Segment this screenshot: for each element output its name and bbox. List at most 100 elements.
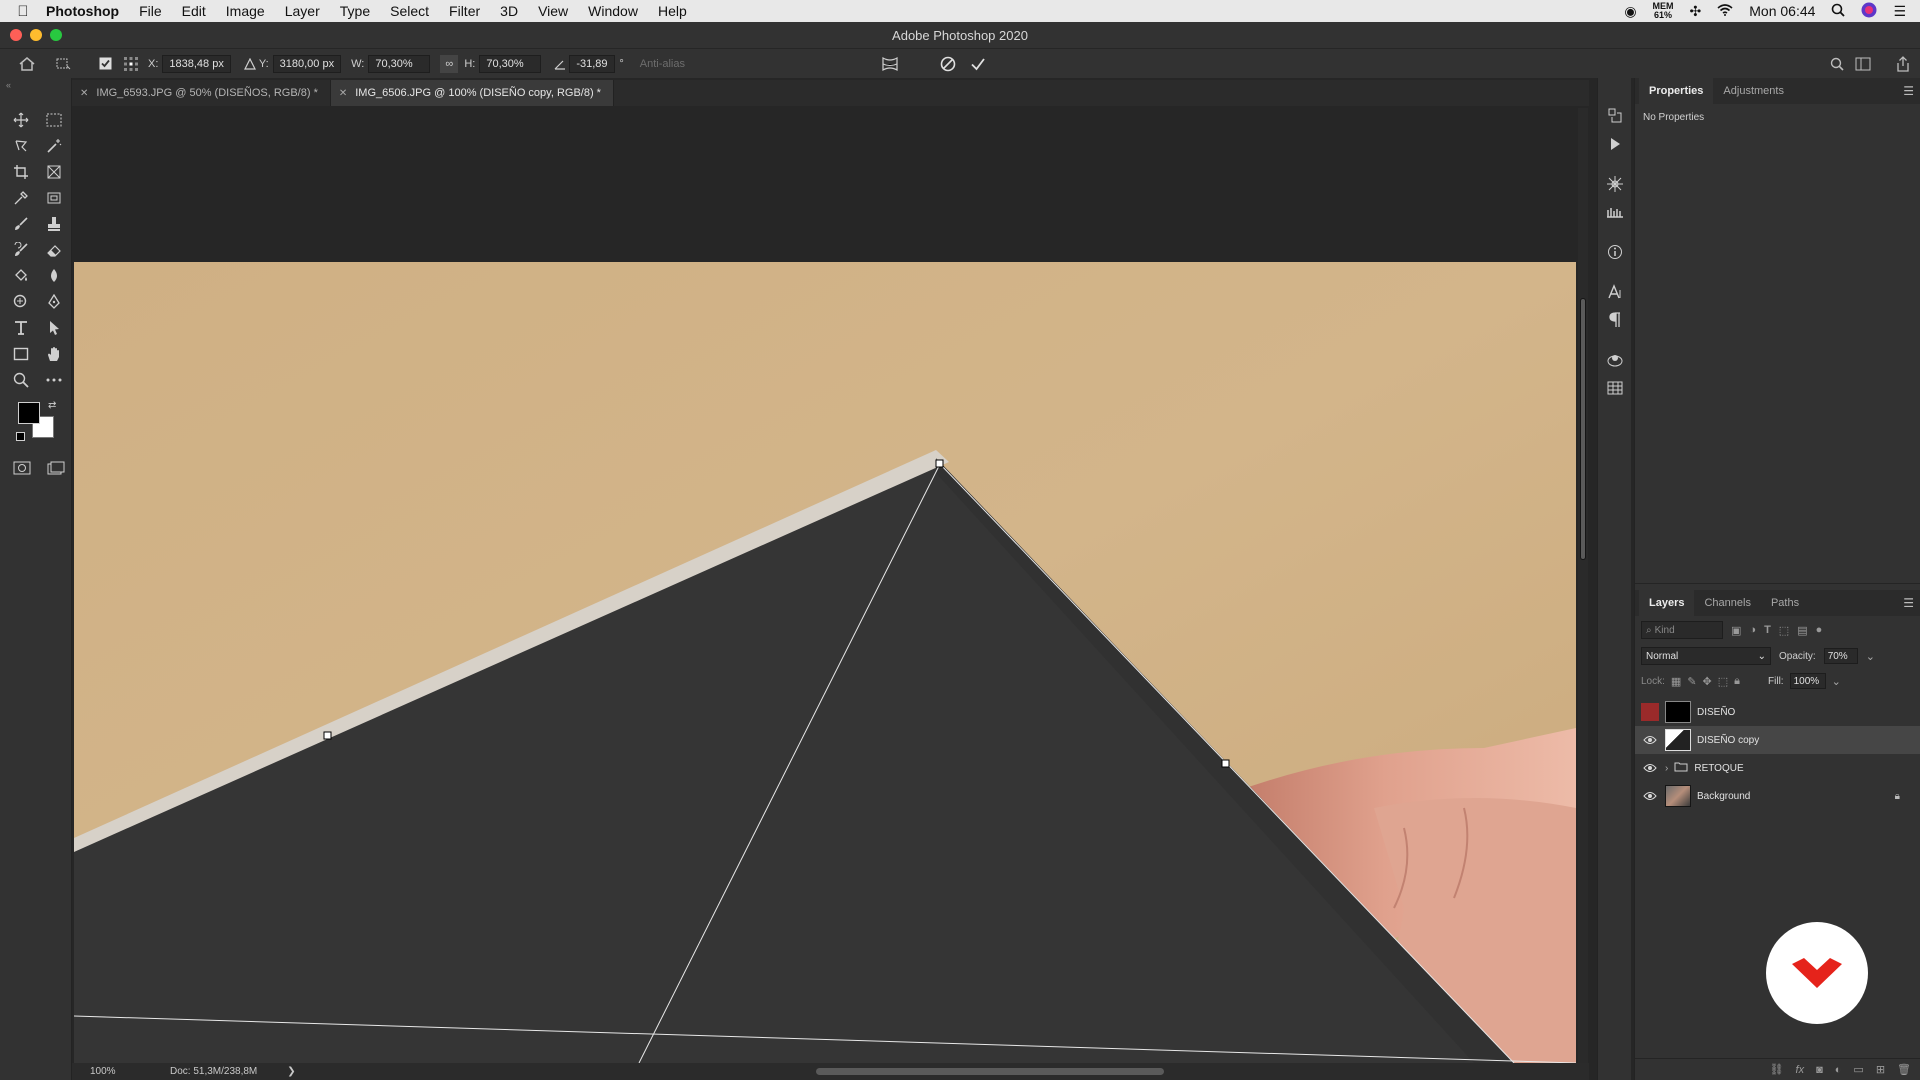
layer-visibility-hidden-icon[interactable] [1641,703,1659,721]
layer-kind-filter[interactable]: ⌕ Kind [1641,621,1723,639]
foreground-color-swatch[interactable] [18,402,40,424]
menu-filter[interactable]: Filter [449,3,480,19]
layer-row[interactable]: DISEÑO copy [1635,726,1920,754]
tab-adjustments[interactable]: Adjustments [1713,78,1794,104]
vertical-scroll-thumb[interactable] [1580,298,1586,560]
tab-layers[interactable]: Layers [1639,590,1695,616]
transform-tool-preset-icon[interactable] [54,55,72,73]
menu-view[interactable]: View [538,3,568,19]
home-icon[interactable] [18,55,36,73]
paint-bucket-tool-icon[interactable] [4,266,37,286]
new-layer-icon[interactable]: ⊞ [1876,1063,1885,1076]
properties-panel-menu-icon[interactable]: ☰ [1903,84,1914,98]
wifi-icon[interactable] [1717,3,1733,19]
default-colors-icon[interactable] [16,432,25,441]
warp-mode-icon[interactable] [881,55,899,73]
menu-app-name[interactable]: Photoshop [46,3,119,19]
link-layers-icon[interactable]: ⛓ [1770,1063,1784,1076]
layer-name[interactable]: Background [1697,791,1750,802]
move-tool-icon[interactable] [4,110,37,130]
table-panel-icon[interactable] [1598,374,1632,402]
pen-tool-icon[interactable] [37,292,70,312]
menu-window[interactable]: Window [588,3,638,19]
document-canvas[interactable] [74,108,1576,1063]
lock-image-pixels-icon[interactable]: ✎ [1687,675,1696,688]
history-panel-icon[interactable] [1598,102,1632,130]
canvas-vertical-scrollbar[interactable] [1578,108,1588,1063]
history-brush-tool-icon[interactable] [4,240,37,260]
lock-artboard-icon[interactable]: ⬚ [1718,675,1728,688]
filter-type-layers-icon[interactable]: T [1764,624,1771,636]
tab-img-6593[interactable]: ✕ IMG_6593.JPG @ 50% (DISEÑOS, RGB/8) * [72,80,331,106]
layer-name[interactable]: RETOQUE [1694,763,1743,774]
layer-name[interactable]: DISEÑO [1697,707,1735,718]
cancel-transform-icon[interactable] [939,55,957,73]
type-tool-icon[interactable] [4,318,37,338]
zoom-tool-icon[interactable] [4,370,37,390]
opacity-slider-chevron-icon[interactable]: ⌄ [1866,650,1875,663]
3d-panel-icon[interactable] [1598,346,1632,374]
path-selection-tool-icon[interactable] [37,318,70,338]
menu-layer[interactable]: Layer [285,3,320,19]
layer-row[interactable]: Background 🔒︎ [1635,782,1920,810]
collapse-tools-chevron-icon[interactable]: « [6,80,11,90]
tab-channels[interactable]: Channels [1694,590,1760,616]
brush-settings-panel-icon[interactable] [1598,170,1632,198]
lock-transparent-pixels-icon[interactable]: ▦ [1671,675,1681,688]
status-menu-arrow-icon[interactable]: ❯ [287,1066,295,1077]
menu-file[interactable]: File [139,3,162,19]
lock-all-icon[interactable]: 🔒︎ [1734,675,1740,688]
tab-paths[interactable]: Paths [1761,590,1809,616]
layers-panel-menu-icon[interactable]: ☰ [1903,596,1914,610]
tab-properties[interactable]: Properties [1639,78,1714,104]
layer-row[interactable]: DISEÑO [1635,698,1920,726]
close-tab-icon[interactable]: ✕ [339,88,347,99]
paragraph-panel-icon[interactable] [1598,306,1632,334]
filter-pixel-layers-icon[interactable]: ▣ [1731,624,1741,637]
close-window-button[interactable] [10,29,22,41]
relative-position-delta-icon[interactable] [241,55,259,73]
x-position-input[interactable]: 1838,48 px [162,54,231,73]
eye-icon[interactable] [1641,759,1659,777]
fill-input[interactable]: 100% [1789,673,1826,689]
workspace-switcher-icon[interactable] [1854,55,1872,73]
eye-icon[interactable] [1641,787,1659,805]
character-panel-icon[interactable] [1598,278,1632,306]
tab-img-6506[interactable]: ✕ IMG_6506.JPG @ 100% (DISEÑO copy, RGB/… [330,80,614,106]
zoom-window-button[interactable] [50,29,62,41]
minimize-window-button[interactable] [30,29,42,41]
spotlight-search-icon[interactable] [1831,3,1846,20]
width-input[interactable]: 70,30% [368,54,431,73]
brush-tool-icon[interactable] [4,214,37,234]
reference-point-grid-icon[interactable] [122,55,140,73]
menu-type[interactable]: Type [340,3,370,19]
filter-smart-objects-icon[interactable]: ▤ [1797,624,1807,637]
menu-edit[interactable]: Edit [182,3,206,19]
eraser-tool-icon[interactable] [37,240,70,260]
siri-icon[interactable] [1861,2,1877,21]
y-position-input[interactable]: 3180,00 px [272,54,342,73]
swap-colors-icon[interactable]: ⇄ [48,400,56,411]
adjustment-layer-icon[interactable]: ◐ [1835,1064,1842,1076]
horizontal-scroll-thumb[interactable] [816,1068,1164,1075]
memory-indicator[interactable]: MEM 61% [1653,2,1674,20]
transform-handle-right[interactable] [1221,759,1230,768]
frame-tool-icon[interactable] [37,162,70,182]
zoom-level[interactable]: 100% [90,1066,150,1077]
menu-help[interactable]: Help [658,3,687,19]
new-group-icon[interactable]: ▭ [1853,1063,1863,1076]
info-panel-icon[interactable] [1598,238,1632,266]
group-expand-chevron-icon[interactable]: › [1665,763,1668,774]
filter-toggle-icon[interactable]: ● [1816,624,1823,636]
layer-name[interactable]: DISEÑO copy [1697,735,1759,746]
apple-menu-icon[interactable]:  [0,3,46,20]
ruler-frame-tool-icon[interactable] [37,188,70,208]
eyedropper-tool-icon[interactable] [4,188,37,208]
quick-mask-icon[interactable] [12,458,32,478]
opacity-input[interactable]: 70% [1823,648,1858,664]
screen-mode-icon[interactable] [46,458,66,478]
lasso-tool-icon[interactable] [4,136,37,156]
rectangle-tool-icon[interactable] [4,344,37,364]
commit-transform-icon[interactable] [969,55,987,73]
maintain-aspect-ratio-link-icon[interactable]: ∞ [440,54,459,73]
